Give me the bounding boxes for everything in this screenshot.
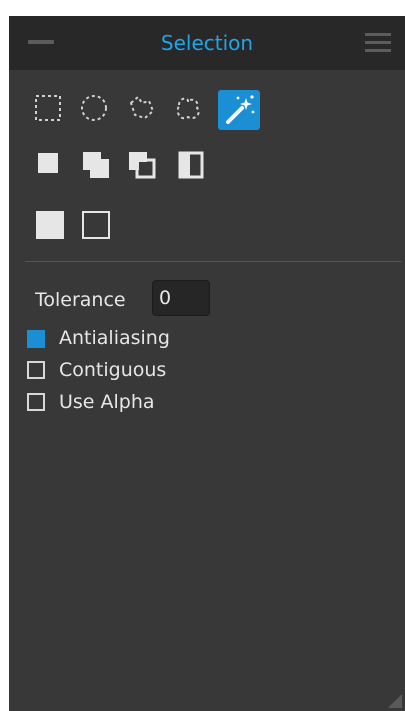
contiguous-label: Contiguous (59, 359, 167, 381)
panel-title: Selection (160, 31, 254, 55)
outline-square-icon[interactable] (79, 208, 113, 242)
tolerance-label: Tolerance (35, 289, 126, 311)
section-divider (25, 261, 401, 262)
new-selection-icon[interactable] (33, 148, 67, 182)
ellipse-select-icon[interactable] (77, 91, 111, 125)
resize-grip-icon[interactable] (388, 693, 402, 708)
freehand-select-icon[interactable] (171, 91, 205, 125)
subtract-selection-icon[interactable] (125, 148, 159, 182)
antialiasing-checkbox[interactable] (27, 330, 45, 348)
use-alpha-label: Use Alpha (59, 391, 155, 413)
rectangle-select-icon[interactable] (31, 91, 65, 125)
antialiasing-label: Antialiasing (59, 327, 170, 349)
contiguous-checkbox[interactable] (27, 361, 45, 379)
magic-wand-icon[interactable] (218, 90, 260, 130)
panel-titlebar: Selection (9, 16, 405, 70)
filled-square-icon[interactable] (33, 208, 67, 242)
use-alpha-checkbox[interactable] (27, 393, 45, 411)
intersect-selection-icon[interactable] (175, 148, 209, 182)
add-selection-icon[interactable] (79, 148, 113, 182)
tolerance-input[interactable]: 0 (152, 280, 210, 316)
lasso-select-icon[interactable] (125, 91, 159, 125)
hamburger-menu-icon[interactable] (365, 33, 391, 53)
selection-panel: Selection Tolerance 0 Antialiasing Conti… (9, 16, 405, 711)
